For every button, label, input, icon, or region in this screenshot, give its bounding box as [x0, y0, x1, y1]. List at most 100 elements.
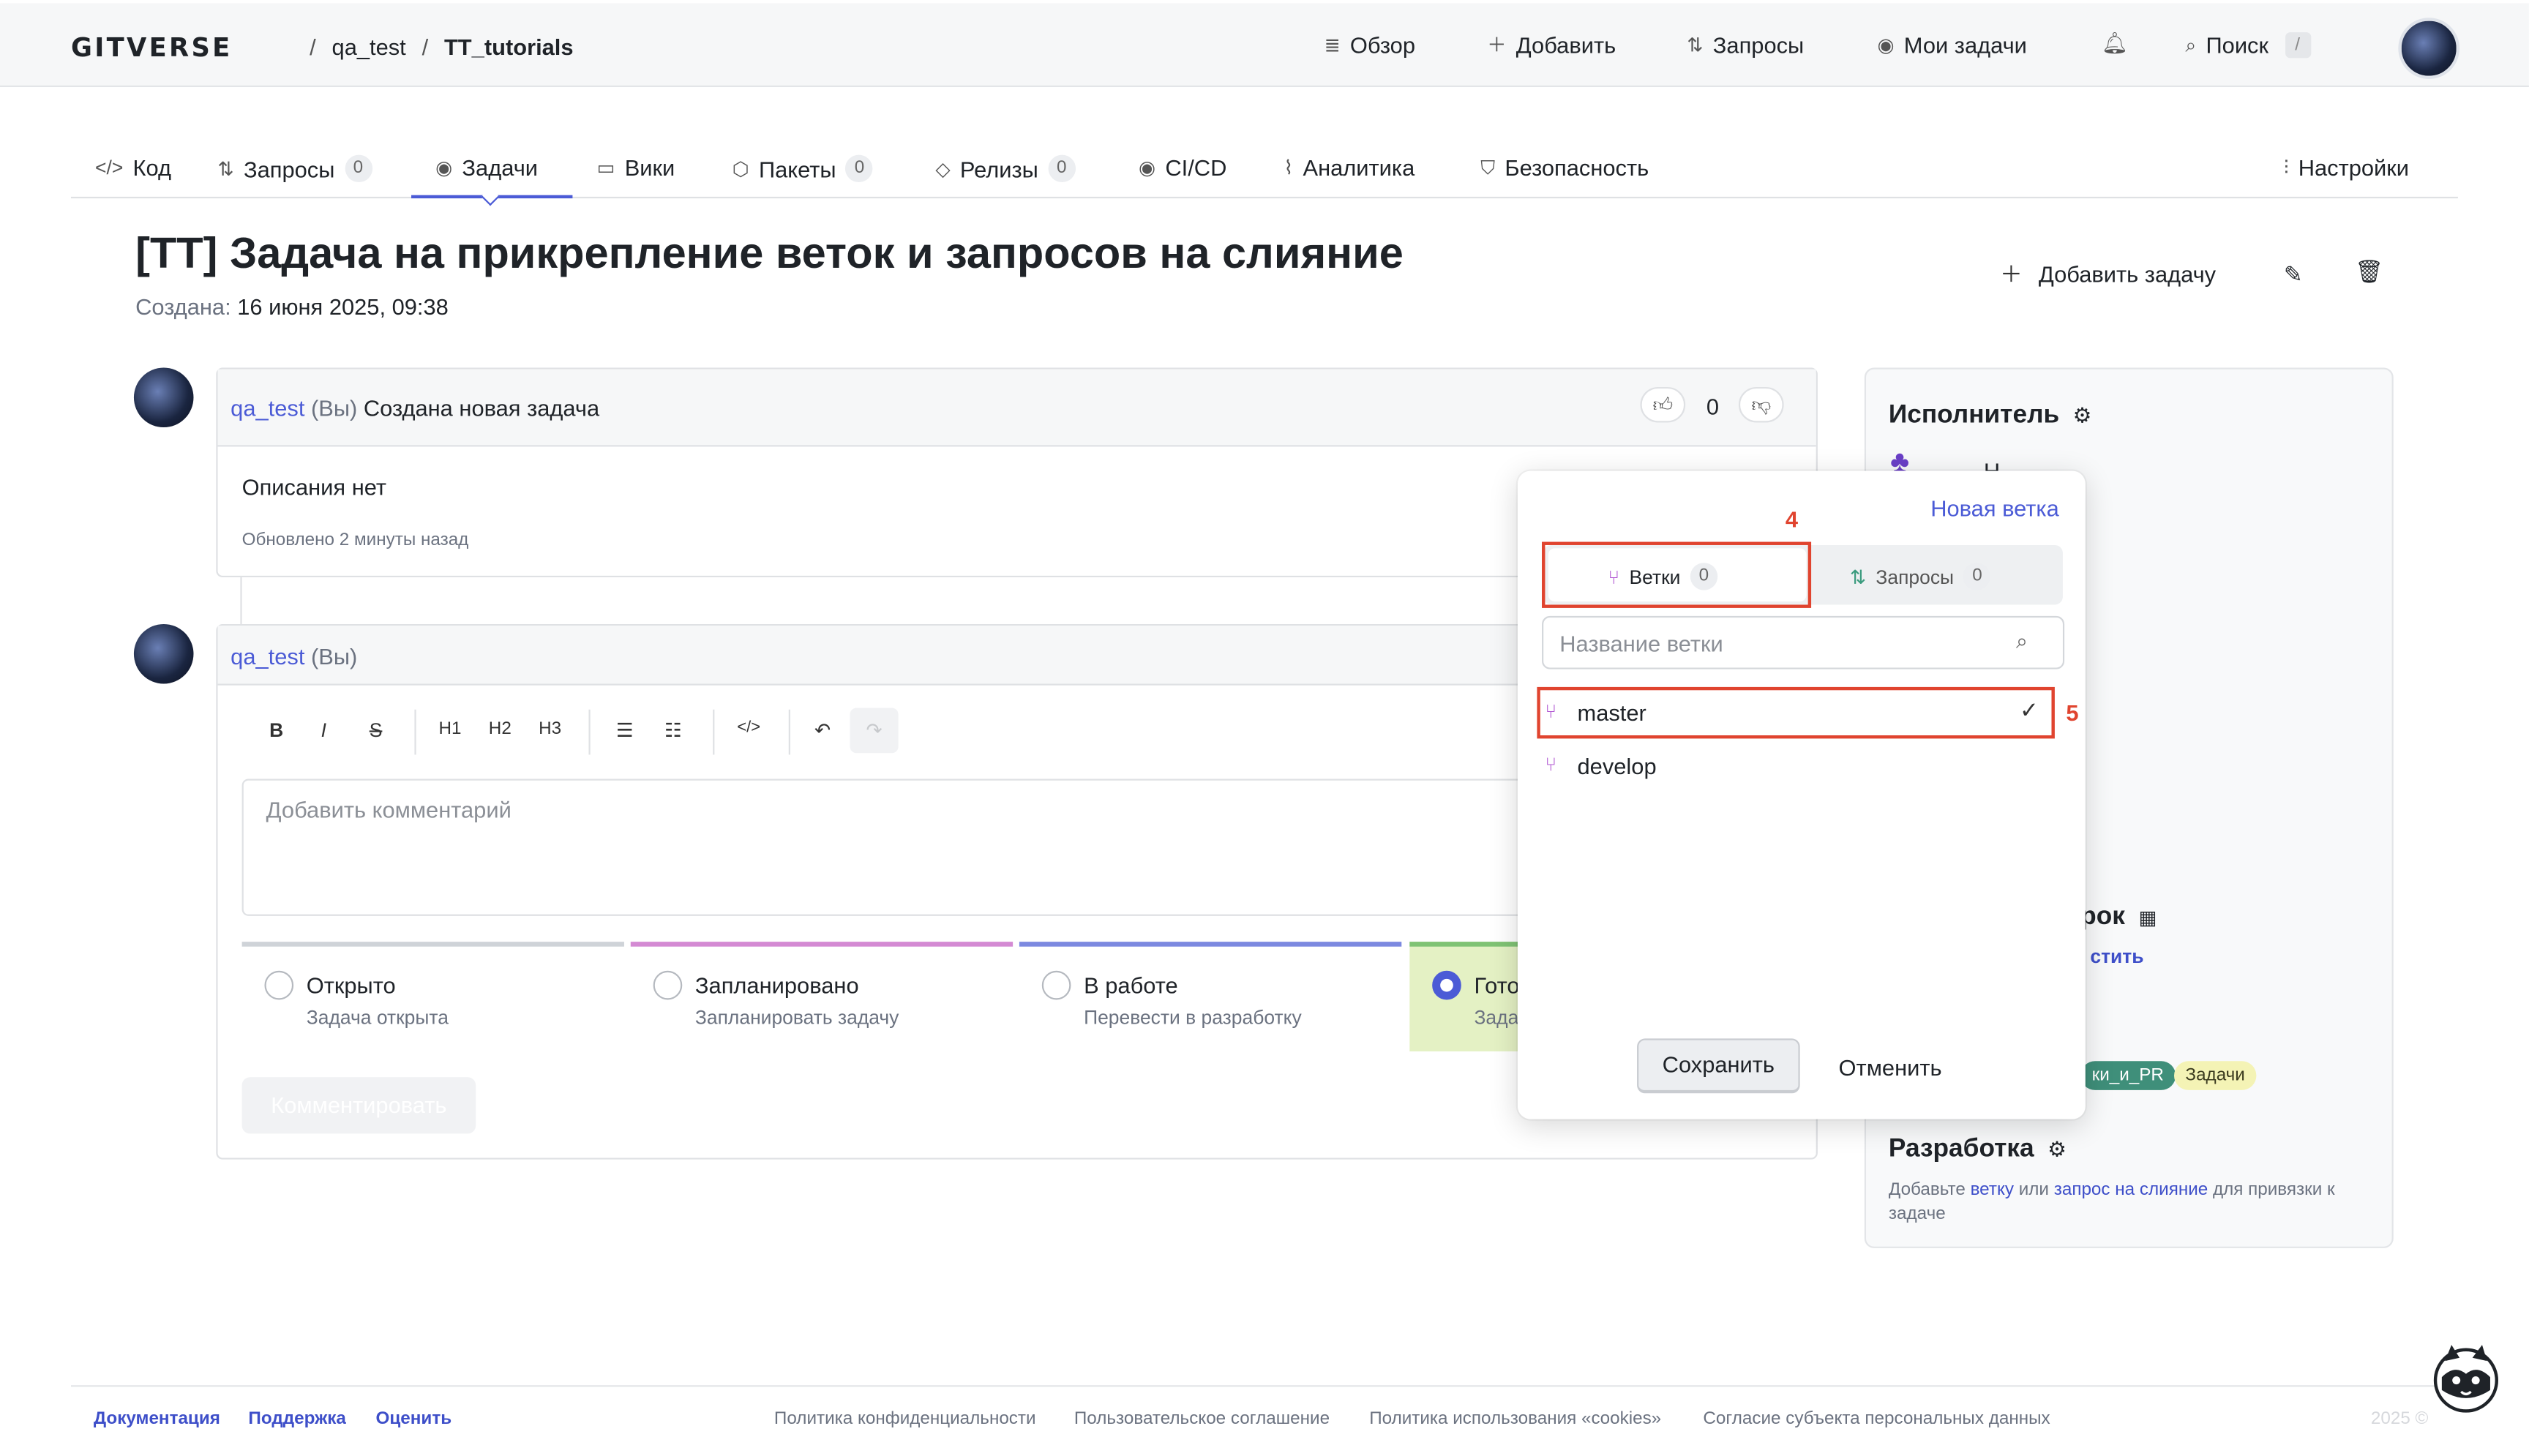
search-icon: ⌕ — [2185, 34, 2197, 57]
edit-icon[interactable]: ✎ — [2284, 261, 2303, 288]
tab-requests-popup[interactable]: ⇅ Запросы 0 — [1850, 563, 1991, 590]
development-text: или — [2018, 1180, 2049, 1200]
footer-year: 2025 © — [2370, 1409, 2429, 1429]
new-branch-link[interactable]: Новая ветка — [1930, 495, 2059, 521]
add-task-button[interactable]: ＋ Добавить задачу — [2000, 261, 2216, 287]
pull-request-icon: ⇅ — [1687, 34, 1704, 57]
tab-wiki[interactable]: ▭ Вики — [596, 155, 675, 181]
status-in-progress-radio[interactable] — [1041, 970, 1071, 1000]
deadline-link[interactable]: стить — [2090, 945, 2143, 968]
status-done-bar — [1409, 942, 1523, 947]
comment-avatar[interactable] — [133, 367, 194, 428]
status-open[interactable]: Открыто Задача открыта — [241, 942, 624, 1051]
footer-privacy-link[interactable]: Политика конфиденциальности — [774, 1409, 1036, 1428]
label-tag[interactable]: Задачи — [2173, 1061, 2257, 1090]
breadcrumb-repo[interactable]: TT_tutorials — [444, 34, 574, 59]
heading3-button[interactable]: H3 — [539, 719, 561, 738]
status-planned-radio[interactable] — [653, 970, 683, 1000]
tab-requests[interactable]: ⇅ Запросы 0 — [218, 154, 372, 183]
strike-button[interactable]: S — [370, 719, 383, 742]
issue-description: Описания нет — [241, 473, 387, 500]
new-comment-author[interactable]: qa_test — [231, 643, 304, 669]
footer-docs-link[interactable]: Документация — [94, 1409, 220, 1428]
add-task-label: Добавить задачу — [2038, 261, 2217, 288]
heading2-button[interactable]: H2 — [489, 719, 512, 738]
breadcrumb-owner[interactable]: qa_test — [332, 34, 406, 59]
trash-icon[interactable]: 🗑︎ — [2355, 258, 2383, 285]
italic-button[interactable]: I — [321, 719, 326, 742]
new-comment-you: (Вы) — [310, 643, 358, 669]
status-in-progress[interactable]: В работе Перевести в разработку — [1019, 942, 1402, 1051]
notifications-button[interactable]: 🔔︎ — [2102, 32, 2128, 53]
label-tag[interactable]: ки_и_PR — [2080, 1061, 2176, 1090]
status-done[interactable]: Гото Зада — [1409, 942, 1523, 1052]
search-icon[interactable]: ⌕ — [2016, 629, 2028, 655]
new-comment-avatar[interactable] — [133, 623, 194, 684]
redo-icon[interactable]: ↷ — [850, 708, 899, 754]
top-bar: GITVERSE / qa_test / TT_tutorials ≣ Обзо… — [0, 3, 2529, 88]
tab-requests-popup-label: Запросы — [1876, 565, 1955, 588]
issue-created: Создана: 16 июня 2025, 09:38 — [135, 293, 449, 319]
comment-placeholder: Добавить комментарий — [266, 796, 512, 823]
tab-security[interactable]: ⛉ Безопасность — [1480, 155, 1649, 181]
status-done-radio[interactable] — [1432, 970, 1461, 1000]
search-button[interactable]: ⌕ Поиск / — [2185, 32, 2311, 59]
status-open-desc: Задача открыта — [306, 1006, 449, 1029]
gear-icon[interactable]: ⚙ — [2047, 1137, 2067, 1161]
created-label: Создана: — [135, 293, 231, 320]
tab-analytics[interactable]: ⌇ Аналитика — [1284, 155, 1415, 181]
status-open-label: Открыто — [306, 972, 396, 999]
toolbar-divider — [588, 709, 591, 755]
tab-issues[interactable]: ◉ Задачи — [435, 155, 538, 181]
status-open-bar — [241, 942, 624, 947]
bold-button[interactable]: B — [269, 719, 283, 742]
heading1-button[interactable]: H1 — [438, 719, 461, 738]
save-button[interactable]: Сохранить — [1637, 1038, 1800, 1094]
book-icon: ▭ — [596, 156, 615, 179]
status-planned[interactable]: Запланировано Запланировать задачу — [630, 942, 1014, 1051]
annotation-box-4 — [1542, 541, 1812, 608]
branch-name: develop — [1577, 753, 1657, 779]
assistant-mascot-icon[interactable] — [2432, 1342, 2500, 1413]
footer-consent-link[interactable]: Согласие субъекта персональных данных — [1703, 1409, 2050, 1428]
undo-icon[interactable]: ↶ — [814, 719, 831, 742]
branch-item-develop[interactable]: ⑂ develop — [1542, 742, 2058, 790]
deadline-label: рок — [2080, 903, 2125, 931]
tab-cicd[interactable]: ◉ CI/CD — [1139, 155, 1226, 181]
comment-submit-button[interactable]: Комментировать — [241, 1077, 476, 1134]
calendar-icon[interactable]: ▦ — [2139, 907, 2157, 929]
nav-overview[interactable]: ≣ Обзор — [1324, 32, 1415, 58]
user-avatar[interactable] — [2398, 18, 2460, 79]
development-text: Добавьте — [1888, 1180, 1966, 1200]
development-request-link[interactable]: запрос на слияние — [2054, 1180, 2208, 1199]
search-shortcut: / — [2285, 32, 2311, 59]
tab-releases[interactable]: ◇ Релизы 0 — [935, 154, 1076, 183]
nav-requests[interactable]: ⇅ Запросы — [1687, 32, 1804, 58]
footer-rate-link[interactable]: Оценить — [376, 1409, 452, 1428]
footer-agreement-link[interactable]: Пользовательское соглашение — [1074, 1409, 1330, 1428]
footer-cookies-link[interactable]: Политика использования «cookies» — [1369, 1409, 1661, 1428]
branch-search-placeholder: Название ветки — [1559, 630, 1723, 657]
gitverse-logo[interactable]: GITVERSE — [71, 32, 233, 63]
code-block-icon[interactable]: </> — [737, 719, 760, 737]
comment-author[interactable]: qa_test — [231, 395, 304, 421]
development-branch-link[interactable]: ветку — [1971, 1180, 2014, 1199]
page: GITVERSE / qa_test / TT_tutorials ≣ Обзо… — [0, 0, 2529, 1456]
cancel-button[interactable]: Отменить — [1839, 1054, 1942, 1080]
updated-timestamp: Обновлено 2 минуты назад — [241, 530, 469, 550]
tab-code[interactable]: </> Код — [95, 155, 171, 181]
status-done-label: Гото — [1474, 972, 1520, 999]
numbered-list-icon[interactable]: ☷ — [664, 719, 682, 742]
footer-divider — [70, 1385, 2458, 1387]
status-open-radio[interactable] — [264, 970, 294, 1000]
footer-support-link[interactable]: Поддержка — [248, 1409, 345, 1428]
tab-settings[interactable]: ⫶ Настройки — [2284, 155, 2409, 181]
thumbs-up-button[interactable]: 👍︎ — [1640, 386, 1686, 423]
thumbs-down-button[interactable]: 👎︎ — [1738, 386, 1784, 423]
gear-icon[interactable]: ⚙ — [2073, 403, 2092, 427]
nav-my-tasks[interactable]: ◉ Мои задачи — [1877, 32, 2026, 58]
status-planned-desc: Запланировать задачу — [694, 1006, 899, 1029]
nav-add[interactable]: ＋ Добавить — [1487, 32, 1616, 58]
tab-packages[interactable]: ⬡ Пакеты 0 — [733, 154, 874, 183]
bullet-list-icon[interactable]: ☰ — [616, 719, 634, 742]
